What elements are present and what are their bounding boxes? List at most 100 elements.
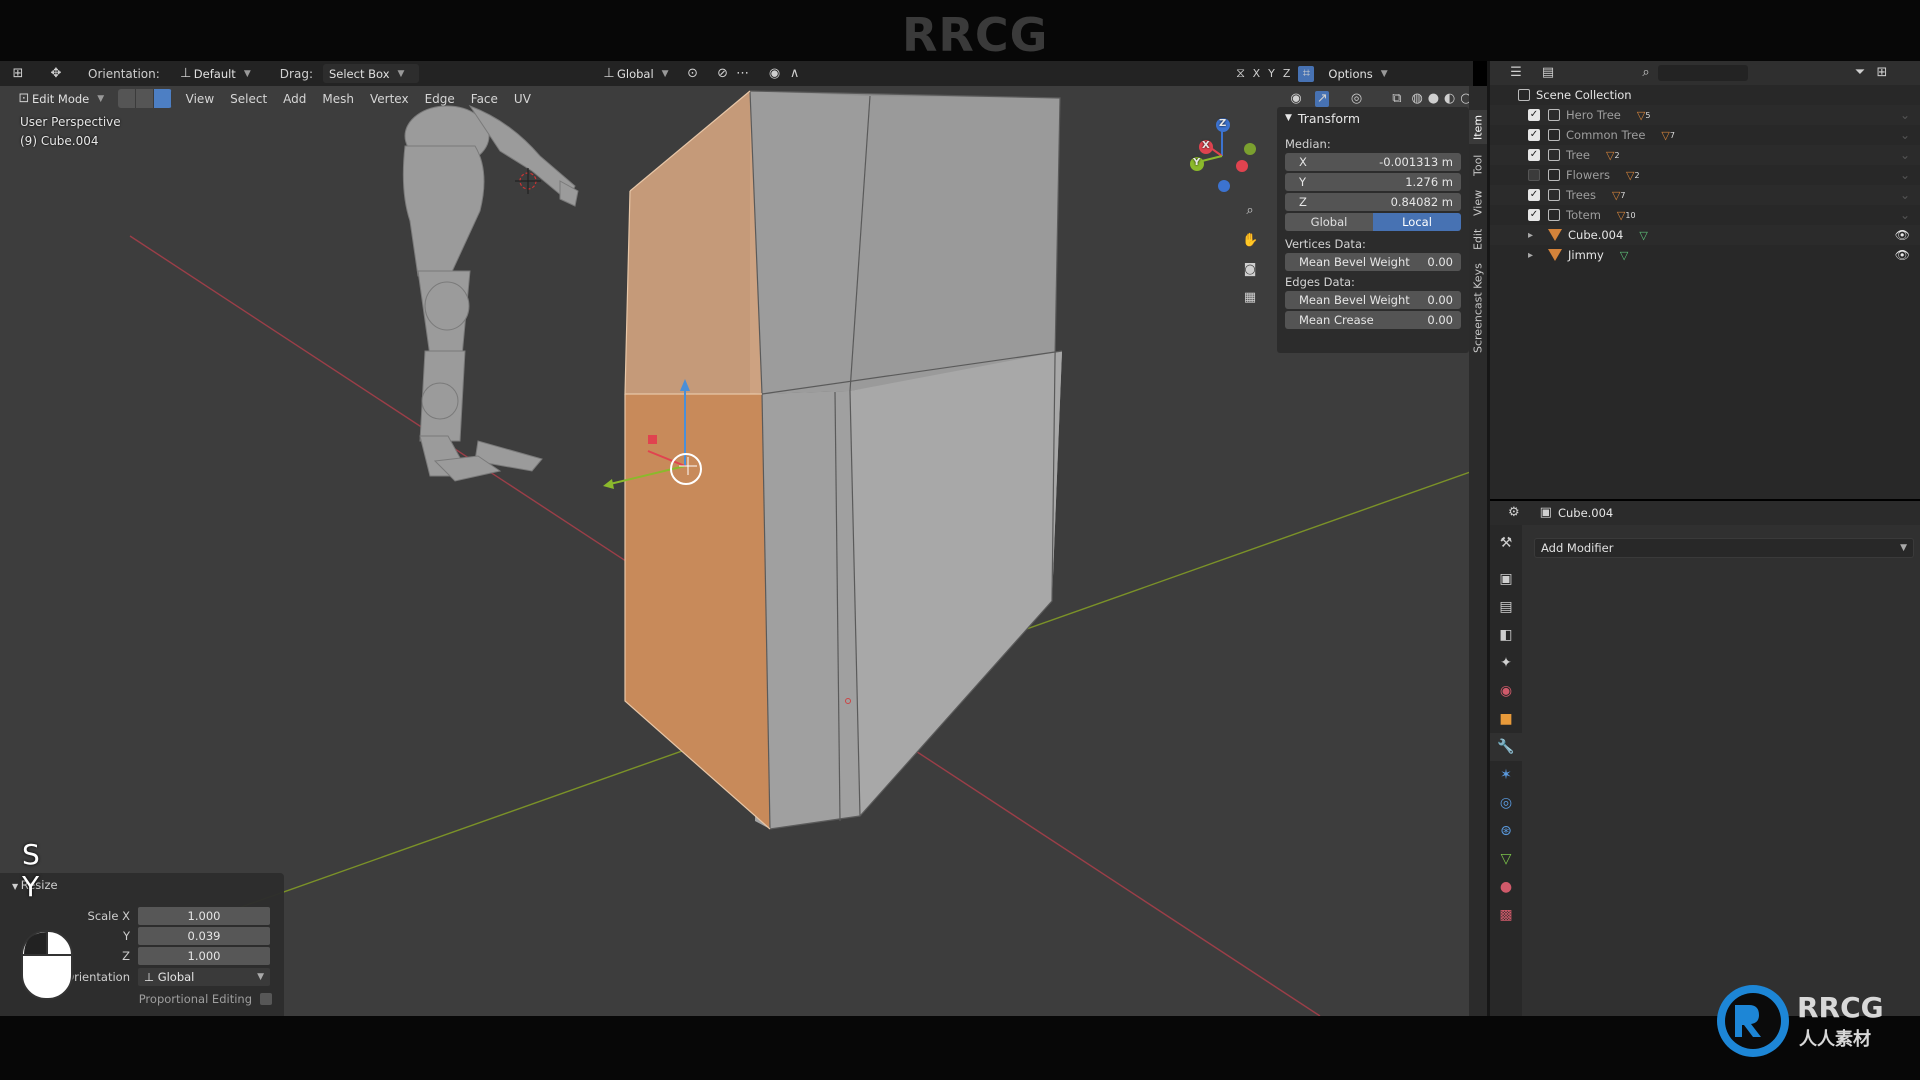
menu-uv[interactable]: UV — [506, 92, 539, 106]
constraints-tab-icon[interactable]: ⊛ — [1490, 817, 1522, 845]
menu-vertex[interactable]: Vertex — [362, 92, 417, 106]
filter-icon[interactable]: ⏷ — [1852, 65, 1868, 81]
transform-orientation-dropdown[interactable]: ⊥ Global ▼ — [595, 64, 675, 83]
eye-icon[interactable]: 👁 — [1895, 248, 1910, 262]
outliner-item[interactable]: ✓ Hero Tree ▽ 5 ⌄ — [1490, 105, 1920, 125]
proportional-icon[interactable]: ◉ — [767, 66, 783, 82]
face-select-icon[interactable] — [153, 89, 172, 108]
menu-select[interactable]: Select — [222, 92, 275, 106]
exclude-checkbox[interactable]: ✓ — [1528, 189, 1540, 201]
object-count-icon[interactable]: ▽ — [1606, 149, 1614, 162]
restrict-toggle-icon[interactable]: ⌄ — [1900, 108, 1910, 122]
outliner-item[interactable]: ✓ Totem ▽ 10 ⌄ — [1490, 205, 1920, 225]
scale-y-field[interactable]: 0.039 — [138, 926, 270, 945]
output-tab-icon[interactable]: ▤ — [1490, 593, 1522, 621]
outliner-editor-icon[interactable]: ☰ — [1508, 65, 1524, 81]
outliner-item[interactable]: ✓ Common Tree ▽ 7 ⌄ — [1490, 125, 1920, 145]
gizmo-z-label[interactable]: Z — [1219, 118, 1226, 129]
mode-dropdown[interactable]: ⊡ Edit Mode ▼ — [10, 89, 110, 108]
drag-dropdown[interactable]: Select Box ▼ — [322, 64, 419, 83]
mirror-y[interactable]: Y — [1268, 67, 1275, 80]
outliner-search-input[interactable] — [1658, 65, 1748, 81]
mirror-z[interactable]: Z — [1283, 67, 1291, 80]
object-count-icon[interactable]: ▽ — [1612, 189, 1620, 202]
median-x-field[interactable]: X -0.001313 m — [1285, 153, 1461, 171]
restrict-toggle-icon[interactable]: ⌄ — [1900, 168, 1910, 182]
camera-icon[interactable]: ◙ — [1242, 262, 1258, 278]
material-tab-icon[interactable]: ● — [1490, 873, 1522, 901]
expand-arrow-icon[interactable]: ▸ — [1528, 230, 1540, 241]
solid-shading-icon[interactable]: ● — [1426, 91, 1440, 107]
space-local-button[interactable]: Local — [1373, 213, 1461, 231]
exclude-checkbox[interactable]: ✓ — [1528, 209, 1540, 221]
exclude-checkbox[interactable] — [1528, 169, 1540, 181]
tab-tool[interactable]: Tool — [1469, 148, 1487, 182]
add-modifier-dropdown[interactable]: Add Modifier ▼ — [1534, 538, 1914, 558]
restrict-toggle-icon[interactable]: ⌄ — [1900, 128, 1910, 142]
gizmo-y-label[interactable]: Y — [1193, 157, 1200, 168]
gizmo-x-label[interactable]: X — [1202, 140, 1210, 151]
menu-add[interactable]: Add — [275, 92, 314, 106]
object-count-icon[interactable]: ▽ — [1617, 209, 1625, 222]
scale-z-field[interactable]: 1.000 — [138, 946, 270, 965]
edge-crease-field[interactable]: Mean Crease 0.00 — [1285, 311, 1461, 329]
vertex-bevel-weight-field[interactable]: Mean Bevel Weight 0.00 — [1285, 253, 1461, 271]
tab-edit[interactable]: Edit — [1469, 224, 1487, 254]
menu-face[interactable]: Face — [463, 92, 506, 106]
render-tab-icon[interactable]: ▣ — [1490, 565, 1522, 593]
object-tab-icon[interactable]: ■ — [1490, 705, 1522, 733]
pan-hand-icon[interactable]: ✋ — [1242, 233, 1258, 249]
tab-screencast-keys[interactable]: Screencast Keys — [1469, 258, 1487, 358]
outliner-item[interactable]: Flowers ▽ 2 ⌄ — [1490, 165, 1920, 185]
space-global-button[interactable]: Global — [1285, 213, 1373, 231]
restrict-toggle-icon[interactable]: ⌄ — [1900, 148, 1910, 162]
orientation-dropdown[interactable]: ⊥ Default ▼ — [172, 64, 268, 83]
outliner-item[interactable]: ✓ Trees ▽ 7 ⌄ — [1490, 185, 1920, 205]
modifier-tab-icon[interactable]: 🔧 — [1490, 733, 1522, 761]
restrict-toggle-icon[interactable]: ⌄ — [1900, 188, 1910, 202]
options-dropdown[interactable]: Options ▼ — [1322, 64, 1393, 83]
scene-tab-icon[interactable]: ✦ — [1490, 649, 1522, 677]
scale-x-field[interactable]: 1.000 — [138, 906, 270, 925]
properties-editor-icon[interactable]: ⚙ — [1508, 505, 1520, 521]
pivot-icon[interactable]: ⊙ — [685, 66, 701, 82]
exclude-checkbox[interactable]: ✓ — [1528, 149, 1540, 161]
tab-item[interactable]: Item — [1469, 110, 1487, 144]
object-count-icon[interactable]: ▽ — [1637, 109, 1645, 122]
material-shading-icon[interactable]: ◐ — [1443, 91, 1457, 107]
gizmo-toggle-icon[interactable]: ↗ — [1315, 90, 1330, 107]
restrict-toggle-icon[interactable]: ⌄ — [1900, 208, 1910, 222]
search-icon[interactable]: ⌕ — [1638, 65, 1654, 81]
mesh-data-icon[interactable]: ▽ — [1620, 249, 1628, 262]
zoom-icon[interactable]: ⌕ — [1242, 203, 1258, 219]
object-count-icon[interactable]: ▽ — [1626, 169, 1634, 182]
outliner-item[interactable]: ▸ Cube.004 ▽ 👁 — [1490, 225, 1920, 245]
median-y-field[interactable]: Y 1.276 m — [1285, 173, 1461, 191]
op-orientation-dropdown[interactable]: ⊥ Global ▼ — [138, 967, 270, 986]
ortho-grid-icon[interactable]: ▦ — [1242, 290, 1258, 306]
view-layer-tab-icon[interactable]: ◧ — [1490, 621, 1522, 649]
auto-merge-icon[interactable]: ⌗ — [1298, 65, 1315, 82]
exclude-checkbox[interactable]: ✓ — [1528, 129, 1540, 141]
display-mode-icon[interactable]: ▤ — [1540, 65, 1556, 81]
snap-increment-icon[interactable]: ⋯ — [735, 66, 751, 82]
move-tool-icon[interactable]: ✥ — [48, 66, 64, 82]
edge-select-icon[interactable] — [136, 89, 154, 108]
world-tab-icon[interactable]: ◉ — [1490, 677, 1522, 705]
texture-tab-icon[interactable]: ▩ — [1490, 901, 1522, 929]
outliner-item[interactable]: ▸ Jimmy ▽ 👁 — [1490, 245, 1920, 265]
data-tab-icon[interactable]: ▽ — [1490, 845, 1522, 873]
proportional-checkbox[interactable] — [260, 992, 272, 1005]
tab-view[interactable]: View — [1469, 186, 1487, 220]
mirror-x[interactable]: X — [1253, 67, 1261, 80]
mirror-icon[interactable]: ⧖ — [1233, 66, 1249, 82]
outliner-item[interactable]: ✓ Tree ▽ 2 ⌄ — [1490, 145, 1920, 165]
scene-collection-row[interactable]: Scene Collection — [1490, 85, 1920, 105]
visibility-icon[interactable]: ◉ — [1289, 91, 1303, 107]
median-z-field[interactable]: Z 0.84082 m — [1285, 193, 1461, 211]
object-count-icon[interactable]: ▽ — [1661, 129, 1669, 142]
menu-edge[interactable]: Edge — [417, 92, 463, 106]
exclude-checkbox[interactable]: ✓ — [1528, 109, 1540, 121]
overlay-icon[interactable]: ◎ — [1349, 91, 1363, 107]
falloff-icon[interactable]: ∧ — [787, 66, 803, 82]
